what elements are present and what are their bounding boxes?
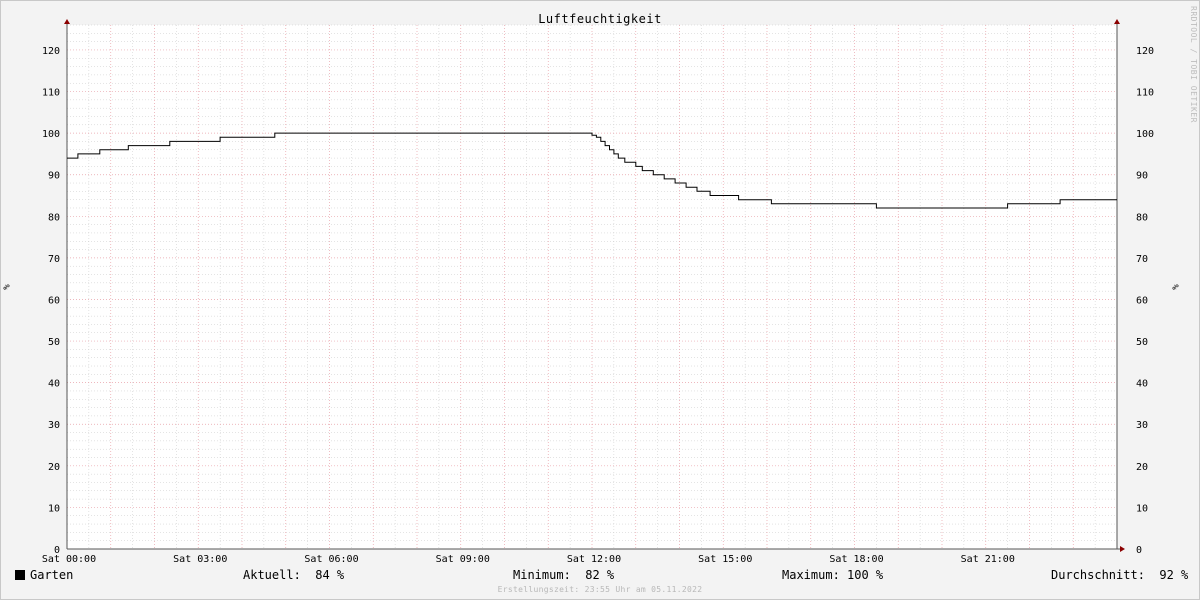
y-tick-label-right: 50 — [1136, 337, 1148, 348]
y-tick-label-right: 20 — [1136, 462, 1148, 473]
x-tick-label: Sat 00:00 — [42, 554, 96, 565]
y-tick-label-left: 110 — [42, 88, 60, 99]
creation-time-footer: Erstellungszeit: 23:55 Uhr am 05.11.2022 — [497, 585, 703, 594]
x-axis-arrow — [1120, 546, 1125, 552]
x-tick-label: Sat 06:00 — [304, 554, 358, 565]
x-tick-label: Sat 12:00 — [567, 554, 621, 565]
y-tick-label-left: 20 — [48, 462, 60, 473]
y-tick-label-left: 10 — [48, 503, 60, 514]
y-tick-label-left: 40 — [48, 379, 60, 390]
y-tick-label-left: 80 — [48, 212, 60, 223]
y-tick-label-right: 30 — [1136, 420, 1148, 431]
y-tick-label-left: 70 — [48, 254, 60, 265]
legend-current: Aktuell: 84 % — [243, 568, 345, 582]
legend-series-name: Garten — [30, 568, 74, 582]
y-tick-label-right: 60 — [1136, 295, 1148, 306]
y-axis-unit-right: % — [1171, 284, 1182, 290]
y-tick-label-left: 90 — [48, 171, 60, 182]
y-tick-label-right: 120 — [1136, 46, 1154, 57]
y-tick-label-left: 60 — [48, 295, 60, 306]
y-tick-label-right: 80 — [1136, 212, 1148, 223]
x-tick-label: Sat 21:00 — [961, 554, 1015, 565]
humidity-chart: 0 010 1020 2030 3040 4050 5060 6070 7080 8090 9010… — [42, 19, 1154, 565]
y-tick-label-right: 90 — [1136, 171, 1148, 182]
y-tick-label-left: 120 — [42, 46, 60, 57]
legend-maximum: Maximum: 100 % — [782, 568, 884, 582]
legend-average: Durchschnitt: 92 % — [1051, 568, 1189, 582]
legend-swatch — [15, 570, 25, 580]
x-tick-label: Sat 09:00 — [436, 554, 490, 565]
legend-minimum: Minimum: 82 % — [513, 568, 615, 582]
y-tick-label-right: 100 — [1136, 129, 1154, 140]
x-tick-label: Sat 03:00 — [173, 554, 227, 565]
y-tick-label-left: 50 — [48, 337, 60, 348]
y-tick-label-left: 30 — [48, 420, 60, 431]
chart-title: Luftfeuchtigkeit — [538, 12, 662, 26]
y-tick-label-right: 0 — [1136, 545, 1142, 556]
x-tick-label: Sat 18:00 — [829, 554, 883, 565]
y-tick-label-right: 10 — [1136, 503, 1148, 514]
x-tick-label: Sat 15:00 — [698, 554, 752, 565]
y-tick-label-right: 40 — [1136, 379, 1148, 390]
y-tick-label-right: 110 — [1136, 88, 1154, 99]
y-axis-unit-left: % — [2, 284, 13, 290]
rrdtool-watermark: RRDTOOL / TOBI OETIKER — [1189, 6, 1198, 123]
y-tick-label-left: 100 — [42, 129, 60, 140]
y-tick-label-right: 70 — [1136, 254, 1148, 265]
